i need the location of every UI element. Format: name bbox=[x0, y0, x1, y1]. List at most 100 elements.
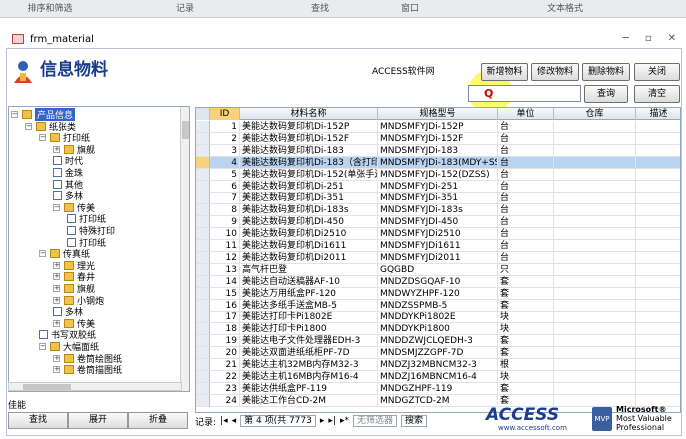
expand-toggle-icon[interactable]: + bbox=[53, 319, 60, 327]
table-cell[interactable]: MNDDZWJCLQEDH-3 bbox=[378, 335, 498, 348]
column-header-description[interactable]: 描述 bbox=[636, 108, 680, 120]
tree-node[interactable]: + 卷筒绘图纸 bbox=[53, 353, 122, 365]
row-selector[interactable] bbox=[196, 240, 210, 252]
table-cell[interactable]: 台 bbox=[498, 240, 554, 252]
close-icon[interactable]: ✕ bbox=[668, 33, 676, 44]
table-row[interactable]: 4 美能达数码复印机Di-183（含打印 MNDSMFYJDi-183(MDY+SS… bbox=[210, 156, 680, 169]
table-cell[interactable]: MNDSMJZZGPF-7D bbox=[378, 347, 498, 360]
table-cell[interactable]: 18 bbox=[210, 323, 240, 336]
column-header-spec[interactable]: 规格型号 bbox=[378, 108, 498, 120]
table-cell[interactable]: 4 bbox=[210, 156, 240, 169]
tree-node[interactable]: 多林 bbox=[53, 190, 83, 202]
table-cell[interactable]: 美能达数码复印机Di1611 bbox=[240, 240, 378, 252]
expand-toggle-icon[interactable]: − bbox=[53, 203, 60, 211]
table-cell[interactable] bbox=[636, 181, 680, 193]
table-cell[interactable]: MNDGZTCD-2M bbox=[378, 394, 498, 407]
row-selector[interactable] bbox=[196, 204, 210, 217]
add-material-button[interactable]: 新增物料 bbox=[481, 63, 528, 81]
table-cell[interactable]: MNDWYZHPF-120 bbox=[378, 287, 498, 300]
table-cell[interactable] bbox=[554, 156, 636, 169]
expand-toggle-icon[interactable]: − bbox=[39, 343, 46, 350]
select-all-corner[interactable] bbox=[196, 108, 210, 120]
table-cell[interactable] bbox=[636, 347, 680, 359]
table-row[interactable]: 3 美能达数码复印机Di-183 MNDSMFYJDi-183 台 bbox=[210, 144, 680, 157]
table-cell[interactable]: 美能达自动送稿器AF-10 bbox=[240, 275, 378, 288]
table-cell[interactable] bbox=[636, 133, 680, 145]
table-row[interactable]: 5 美能达数码复印机Di-152(单张手送 MNDSMFYJDi-152(DZSS)… bbox=[210, 168, 680, 181]
table-cell[interactable]: MNDGZHPF-119 bbox=[378, 382, 498, 395]
table-cell[interactable] bbox=[554, 132, 636, 145]
row-selector[interactable] bbox=[196, 144, 210, 157]
table-cell[interactable] bbox=[554, 144, 636, 157]
row-selector[interactable] bbox=[196, 311, 210, 324]
table-cell[interactable] bbox=[554, 251, 636, 264]
table-cell[interactable] bbox=[636, 228, 680, 240]
table-cell[interactable] bbox=[554, 121, 636, 133]
row-selector[interactable] bbox=[196, 121, 210, 133]
table-cell[interactable]: 21 bbox=[210, 359, 240, 371]
table-cell[interactable] bbox=[636, 192, 680, 204]
row-selector[interactable] bbox=[196, 394, 210, 407]
ribbon-group-window[interactable]: 窗口 bbox=[370, 0, 450, 17]
table-row[interactable]: 7 美能达数码复印机Di-351 MNDSMFYJDi-351 台 bbox=[210, 192, 680, 205]
table-row[interactable]: 11 美能达数码复印机Di1611 MNDSMFYJDi1611 台 bbox=[210, 240, 680, 252]
table-cell[interactable]: MNDSMFYJDI-450 bbox=[378, 216, 498, 229]
table-row[interactable]: 10 美能达数码复印机Di2510 MNDSMFYJDi2510 台 bbox=[210, 228, 680, 241]
row-selector[interactable] bbox=[196, 216, 210, 229]
expand-toggle-icon[interactable]: + bbox=[53, 366, 60, 374]
table-cell[interactable] bbox=[636, 145, 680, 157]
table-cell[interactable] bbox=[554, 228, 636, 241]
ribbon-group-find[interactable]: 查找 bbox=[270, 0, 370, 17]
table-cell[interactable]: 套 bbox=[498, 287, 554, 300]
table-cell[interactable] bbox=[636, 216, 680, 228]
row-selector[interactable] bbox=[196, 192, 210, 205]
tree-node[interactable]: − 纸张类 bbox=[25, 121, 76, 133]
table-cell[interactable] bbox=[554, 216, 636, 229]
table-cell[interactable] bbox=[554, 287, 636, 300]
table-row[interactable]: 22 美能达主机16MB内存M16-4 MNDZJ16MBNCM16-4 块 bbox=[210, 370, 680, 383]
table-cell[interactable]: 套 bbox=[498, 382, 554, 395]
restore-icon[interactable]: ▫ bbox=[645, 33, 652, 44]
table-cell[interactable]: 美能达数码复印机Di-152F bbox=[240, 132, 378, 145]
table-cell[interactable]: 3 bbox=[210, 144, 240, 157]
tree-node[interactable]: − 传美 bbox=[53, 202, 95, 214]
table-row[interactable]: 9 美能达数码复印机DI-450 MNDSMFYJDI-450 台 bbox=[210, 216, 680, 229]
table-cell[interactable]: 20 bbox=[210, 347, 240, 360]
tree-search-button[interactable]: 查找 bbox=[8, 412, 68, 429]
table-cell[interactable] bbox=[636, 300, 680, 312]
table-cell[interactable] bbox=[554, 323, 636, 336]
table-cell[interactable]: 台 bbox=[498, 251, 554, 264]
table-cell[interactable]: 2 bbox=[210, 132, 240, 145]
table-cell[interactable]: 美能达电子文件处理器EDH-3 bbox=[240, 335, 378, 348]
table-cell[interactable]: 根 bbox=[498, 359, 554, 371]
table-cell[interactable]: 美能达数码复印机DI-450 bbox=[240, 216, 378, 229]
table-cell[interactable]: 美能达数码复印机Di2011 bbox=[240, 251, 378, 264]
first-record-icon[interactable]: |◂ bbox=[220, 416, 228, 426]
table-cell[interactable] bbox=[554, 204, 636, 217]
row-selector[interactable] bbox=[196, 359, 210, 371]
table-cell[interactable] bbox=[554, 180, 636, 193]
table-cell[interactable]: 只 bbox=[498, 263, 554, 276]
table-cell[interactable]: 台 bbox=[498, 156, 554, 169]
next-record-icon[interactable]: ▸ bbox=[320, 416, 325, 426]
tree-collapse-button[interactable]: 折叠 bbox=[128, 412, 188, 429]
expand-toggle-icon[interactable]: − bbox=[11, 111, 18, 118]
row-selector[interactable] bbox=[196, 228, 210, 241]
table-cell[interactable] bbox=[554, 335, 636, 348]
row-selector[interactable] bbox=[196, 299, 210, 312]
record-position[interactable]: 第 4 项(共 7773 bbox=[240, 415, 316, 427]
tree-expand-button[interactable]: 展开 bbox=[68, 412, 128, 429]
row-selector[interactable] bbox=[196, 323, 210, 336]
table-cell[interactable] bbox=[554, 168, 636, 181]
table-cell[interactable]: 16 bbox=[210, 299, 240, 312]
prev-record-icon[interactable]: ◂ bbox=[232, 416, 237, 426]
table-cell[interactable]: 高气杆巴登 bbox=[240, 263, 378, 276]
column-header-warehouse[interactable]: 仓库 bbox=[554, 108, 636, 120]
ribbon-group-sort-filter[interactable]: 排序和筛选 bbox=[0, 0, 100, 17]
table-cell[interactable]: 7 bbox=[210, 192, 240, 205]
table-cell[interactable]: 套 bbox=[498, 275, 554, 288]
tree-node[interactable]: − 传真纸 bbox=[39, 248, 90, 260]
tree-node[interactable]: + 春井 bbox=[53, 271, 95, 283]
table-cell[interactable]: 6 bbox=[210, 180, 240, 193]
table-cell[interactable]: MNDSMFYJDi-351 bbox=[378, 192, 498, 205]
